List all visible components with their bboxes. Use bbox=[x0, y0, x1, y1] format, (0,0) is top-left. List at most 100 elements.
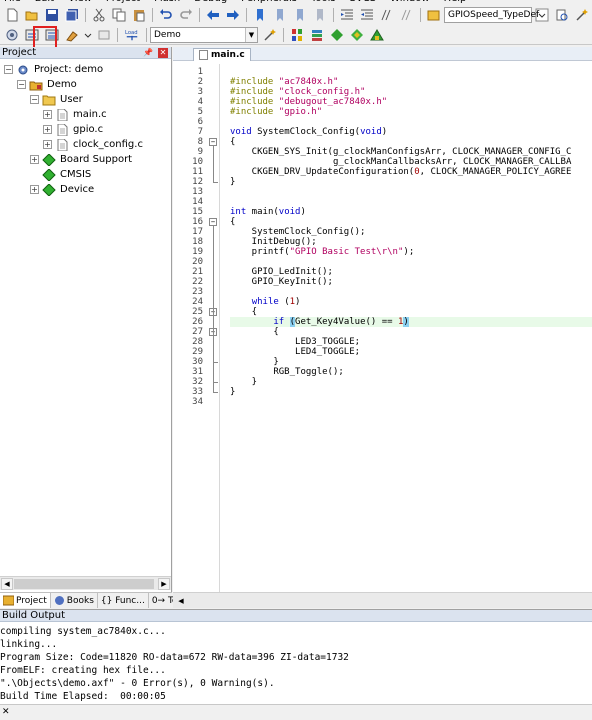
expand-icon[interactable]: + bbox=[43, 140, 52, 149]
code-line[interactable]: } bbox=[230, 377, 257, 387]
expand-icon[interactable]: + bbox=[43, 125, 52, 134]
scroll-right-icon[interactable]: ▶ bbox=[158, 578, 170, 590]
download-load-icon[interactable]: Load bbox=[123, 27, 141, 43]
code-line[interactable]: CKGEN_DRV_UpdateConfiguration(0, CLOCK_M… bbox=[230, 167, 572, 177]
code-line[interactable]: printf("GPIO Basic Test\r\n"); bbox=[230, 247, 415, 257]
find-combo[interactable]: GPIOSpeed_TypeDef bbox=[444, 7, 539, 23]
tree-item[interactable]: − User bbox=[30, 92, 83, 107]
rebuild-icon[interactable] bbox=[44, 27, 60, 43]
magic-wand-icon[interactable] bbox=[574, 7, 590, 23]
scroll-left-icon[interactable]: ◀ bbox=[1, 578, 13, 590]
tab-project[interactable]: Project bbox=[0, 593, 51, 608]
code-line[interactable]: GPIO_LedInit(); bbox=[230, 267, 333, 277]
collapse-icon[interactable]: − bbox=[30, 95, 39, 104]
unindent-icon[interactable] bbox=[359, 7, 375, 23]
bookmark-next-icon[interactable] bbox=[292, 7, 308, 23]
collapse-icon[interactable]: − bbox=[17, 80, 26, 89]
code-line[interactable]: #include "clock_config.h" bbox=[230, 87, 365, 97]
tab-books[interactable]: Books bbox=[51, 593, 98, 608]
copy-button[interactable] bbox=[111, 7, 127, 23]
tree-item[interactable]: + Device bbox=[30, 182, 94, 197]
tab-main-c[interactable]: main.c bbox=[193, 48, 251, 61]
options-for-target-icon[interactable] bbox=[262, 27, 278, 43]
code-line[interactable]: } bbox=[230, 357, 278, 367]
nav-forward-button[interactable] bbox=[225, 7, 241, 23]
expand-icon[interactable]: + bbox=[30, 155, 39, 164]
code-line[interactable]: { bbox=[230, 137, 235, 147]
nav-back-button[interactable] bbox=[205, 7, 221, 23]
code-line[interactable]: if (Get_Key4Value() == 1) bbox=[230, 317, 592, 327]
build-icon[interactable] bbox=[24, 27, 40, 43]
collapse-icon[interactable]: − bbox=[4, 65, 13, 74]
code-line[interactable]: { bbox=[230, 217, 235, 227]
paste-button[interactable] bbox=[131, 7, 147, 23]
file-extensions-icon[interactable] bbox=[289, 27, 305, 43]
code-line[interactable]: LED3_TOGGLE; bbox=[230, 337, 360, 347]
save-all-button[interactable] bbox=[64, 7, 80, 23]
code-line[interactable]: #include "gpio.h" bbox=[230, 107, 322, 117]
batch-build-icon[interactable] bbox=[64, 27, 80, 43]
tab-functions[interactable]: {} Func... bbox=[98, 593, 149, 608]
code-line[interactable]: while (1) bbox=[230, 297, 301, 307]
scroll-left-icon[interactable]: ◀ bbox=[175, 595, 187, 607]
tree-item[interactable]: + clock_config.c bbox=[43, 137, 143, 152]
close-icon[interactable]: ✕ bbox=[158, 48, 168, 58]
expand-icon[interactable]: + bbox=[43, 110, 52, 119]
find-in-files-icon[interactable] bbox=[426, 7, 442, 23]
bookmark-toggle-icon[interactable] bbox=[252, 7, 268, 23]
code-line[interactable]: GPIO_KeyInit(); bbox=[230, 277, 333, 287]
code-line[interactable]: #include "debugout_ac7840x.h" bbox=[230, 97, 387, 107]
code-line[interactable]: { bbox=[230, 327, 278, 337]
new-file-button[interactable] bbox=[4, 7, 20, 23]
expand-icon[interactable]: + bbox=[30, 185, 39, 194]
code-line[interactable]: } bbox=[230, 387, 235, 397]
translate-icon[interactable] bbox=[4, 27, 20, 43]
tree-item[interactable]: + Board Support bbox=[30, 152, 132, 167]
code-line[interactable]: void SystemClock_Config(void) bbox=[230, 127, 387, 137]
code-line[interactable]: RGB_Toggle(); bbox=[230, 367, 343, 377]
save-button[interactable] bbox=[44, 7, 60, 23]
scroll-thumb[interactable] bbox=[14, 579, 154, 589]
open-file-button[interactable] bbox=[24, 7, 40, 23]
indent-icon[interactable] bbox=[339, 7, 355, 23]
batch-dropdown-icon[interactable] bbox=[84, 27, 92, 43]
editor-hscroll[interactable]: ◀ bbox=[173, 592, 592, 608]
chevron-down-icon[interactable]: ▼ bbox=[245, 27, 257, 42]
code-line[interactable]: int main(void) bbox=[230, 207, 306, 217]
tree-item[interactable]: + gpio.c bbox=[43, 122, 103, 137]
tree-item[interactable]: − Demo bbox=[17, 77, 77, 92]
code-line[interactable]: SystemClock_Config(); bbox=[230, 227, 366, 237]
incremental-find-icon[interactable] bbox=[554, 7, 570, 23]
stop-build-icon[interactable] bbox=[96, 27, 112, 43]
manage-components-icon[interactable] bbox=[309, 27, 325, 43]
select-software-packs-icon[interactable] bbox=[369, 27, 385, 43]
comment-icon[interactable] bbox=[379, 7, 395, 23]
uncomment-icon[interactable] bbox=[399, 7, 415, 23]
bookmark-clear-icon[interactable] bbox=[312, 7, 328, 23]
fold-toggle-icon[interactable]: − bbox=[209, 138, 217, 146]
tree-item[interactable]: CMSIS bbox=[30, 167, 91, 182]
code-line[interactable]: { bbox=[230, 307, 257, 317]
bookmark-prev-icon[interactable] bbox=[272, 7, 288, 23]
tree-item[interactable]: + main.c bbox=[43, 107, 107, 122]
project-hscroll[interactable]: ◀ ▶ bbox=[0, 576, 171, 590]
tree-item[interactable]: − Project: demo bbox=[4, 62, 103, 77]
green-diamond-icon[interactable] bbox=[329, 27, 345, 43]
code-line[interactable]: g_clockManCallbacksArr, CLOCK_MANAGER_CA… bbox=[230, 157, 571, 167]
pack-installer-icon[interactable] bbox=[349, 27, 365, 43]
code-line[interactable]: #include "ac7840x.h" bbox=[230, 77, 338, 87]
fold-toggle-icon[interactable]: − bbox=[209, 218, 217, 226]
close-icon[interactable]: ✕ bbox=[2, 707, 10, 717]
undo-button[interactable] bbox=[158, 7, 174, 23]
redo-button[interactable] bbox=[178, 7, 194, 23]
code-line[interactable]: InitDebug(); bbox=[230, 237, 317, 247]
code-line[interactable]: CKGEN_SYS_Init(g_clockManConfigsArr, CLO… bbox=[230, 147, 572, 157]
pin-icon[interactable]: 📌 bbox=[143, 47, 153, 58]
cut-button[interactable] bbox=[91, 7, 107, 23]
target-select[interactable]: Demo ▼ bbox=[150, 26, 258, 43]
line-number: 15 bbox=[192, 207, 203, 217]
code-line[interactable]: } bbox=[230, 177, 235, 187]
code-area[interactable]: 1 2 #include "ac7840x.h" 3 #include "clock_c… bbox=[173, 64, 592, 592]
tab-label: main.c bbox=[211, 50, 245, 60]
code-line[interactable]: LED4_TOGGLE; bbox=[230, 347, 360, 357]
